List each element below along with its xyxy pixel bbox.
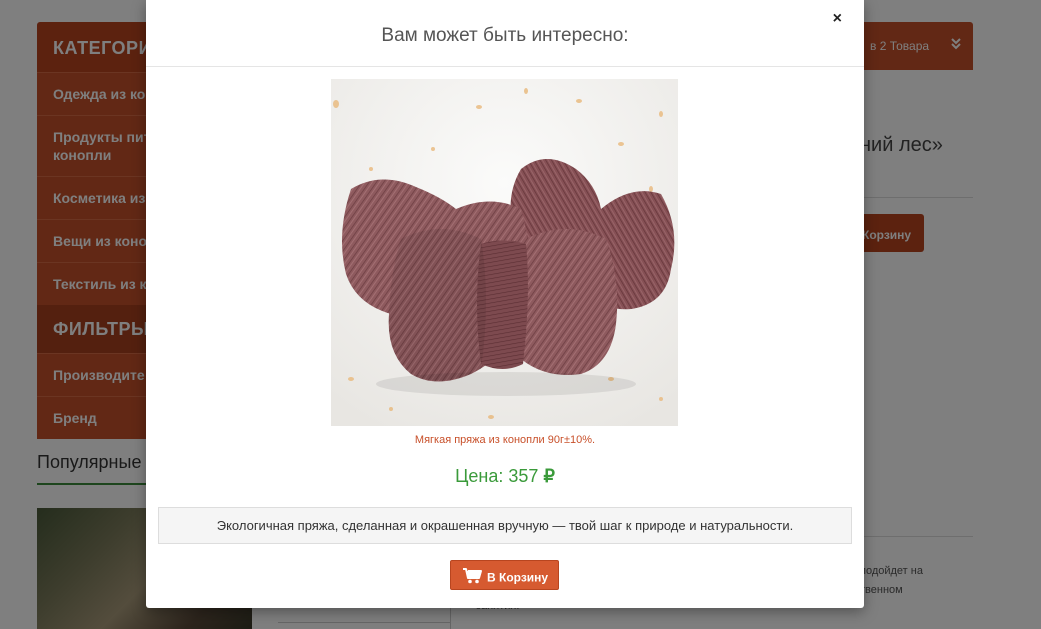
cart-icon [463, 568, 483, 587]
modal-title: Вам может быть интересно: [381, 25, 629, 46]
price-currency: ₽ [543, 466, 555, 486]
product-description: Экологичная пряжа, сделанная и окрашенна… [158, 507, 852, 544]
price-value: 357 [508, 466, 539, 486]
close-icon[interactable]: × [833, 10, 842, 28]
add-to-cart-label: В Корзину [487, 570, 549, 585]
price-label: Цена: [455, 466, 509, 486]
modal-divider [146, 66, 864, 67]
product-caption[interactable]: Мягкая пряжа из конопли 90г±10%. [146, 434, 864, 446]
product-image[interactable] [331, 79, 678, 426]
add-to-cart-button[interactable]: В Корзину [450, 560, 559, 590]
product-price: Цена: 357 ₽ [146, 466, 864, 487]
recommendation-modal: Вам может быть интересно: × Мягкая пряжа… [146, 0, 864, 608]
